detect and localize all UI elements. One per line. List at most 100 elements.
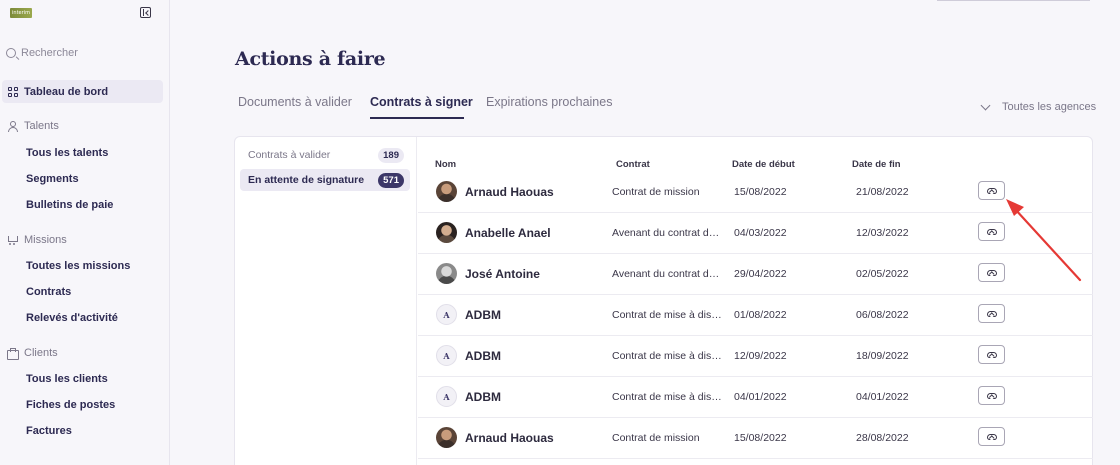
cloud-upload-icon bbox=[986, 310, 997, 317]
row-start-date: 04/03/2022 bbox=[734, 227, 787, 239]
column-header-contract[interactable]: Contrat bbox=[616, 159, 650, 170]
row-contract: Contrat de mission bbox=[612, 186, 700, 198]
sidebar-item-invoices[interactable]: Factures bbox=[26, 425, 72, 437]
table-row[interactable]: Arnaud Haouas Contrat de mission 15/08/2… bbox=[418, 172, 1093, 213]
chevron-down-icon bbox=[980, 100, 991, 110]
row-end-date: 28/08/2022 bbox=[856, 432, 909, 444]
sidebar-item-dashboard[interactable]: Tableau de bord bbox=[2, 80, 163, 103]
row-start-date: 04/01/2022 bbox=[734, 391, 787, 403]
table-row[interactable]: José Antoine Avenant du contrat de missi… bbox=[418, 254, 1093, 295]
filter-awaiting-signature[interactable]: En attente de signature 571 bbox=[240, 169, 410, 191]
user-icon bbox=[7, 121, 18, 132]
row-name: ADBM bbox=[465, 308, 501, 322]
cloud-upload-icon bbox=[986, 433, 997, 440]
row-end-date: 04/01/2022 bbox=[856, 391, 909, 403]
avatar bbox=[436, 427, 457, 448]
row-end-date: 06/08/2022 bbox=[856, 309, 909, 321]
upload-button[interactable] bbox=[978, 304, 1005, 323]
avatar: A bbox=[436, 386, 457, 407]
row-name: ADBM bbox=[465, 349, 501, 363]
row-end-date: 02/05/2022 bbox=[856, 268, 909, 280]
table-row[interactable]: A ADBM Contrat de mise à disposition 01/… bbox=[418, 295, 1093, 336]
actions-card: Contrats à valider 189 En attente de sig… bbox=[234, 136, 1093, 465]
sidebar-item-payslips[interactable]: Bulletins de paie bbox=[26, 199, 113, 211]
search-input[interactable]: Rechercher bbox=[6, 44, 78, 62]
search-icon bbox=[6, 48, 16, 58]
sidebar: interim Rechercher Tableau de bord Talen… bbox=[0, 0, 170, 465]
section-label: Clients bbox=[24, 347, 58, 359]
sidebar-item-timesheets[interactable]: Relevés d'activité bbox=[26, 312, 118, 324]
section-label: Talents bbox=[24, 120, 59, 132]
row-start-date: 01/08/2022 bbox=[734, 309, 787, 321]
page-title: Actions à faire bbox=[235, 48, 386, 70]
building-icon bbox=[7, 348, 19, 360]
tab-contracts-to-sign[interactable]: Contrats à signer bbox=[370, 95, 473, 109]
upload-button[interactable] bbox=[978, 181, 1005, 200]
sidebar-section-clients: Clients bbox=[7, 347, 58, 360]
filter-label: En attente de signature bbox=[248, 174, 365, 186]
tab-documents-to-validate[interactable]: Documents à valider bbox=[238, 95, 352, 109]
row-start-date: 15/08/2022 bbox=[734, 432, 787, 444]
filter-contracts-to-validate[interactable]: Contrats à valider 189 bbox=[240, 144, 410, 166]
cloud-upload-icon bbox=[986, 269, 997, 276]
section-label: Missions bbox=[24, 234, 67, 246]
column-header-start-date[interactable]: Date de début bbox=[732, 159, 795, 170]
sidebar-item-segments[interactable]: Segments bbox=[26, 173, 79, 185]
status-filter-list: Contrats à valider 189 En attente de sig… bbox=[235, 137, 417, 465]
row-start-date: 12/09/2022 bbox=[734, 350, 787, 362]
upload-button[interactable] bbox=[978, 427, 1005, 446]
filter-label: Contrats à valider bbox=[248, 149, 331, 161]
tab-upcoming-expirations[interactable]: Expirations prochaines bbox=[486, 95, 612, 109]
sidebar-section-talents: Talents bbox=[7, 120, 59, 132]
row-end-date: 21/08/2022 bbox=[856, 186, 909, 198]
avatar bbox=[436, 263, 457, 284]
row-name: Arnaud Haouas bbox=[465, 185, 554, 199]
upload-button[interactable] bbox=[978, 345, 1005, 364]
row-start-date: 29/04/2022 bbox=[734, 268, 787, 280]
table-row[interactable]: A ADBM Contrat de mise à disposition 04/… bbox=[418, 377, 1093, 418]
avatar bbox=[436, 181, 457, 202]
count-badge: 189 bbox=[378, 147, 404, 163]
dashboard-grid-icon bbox=[8, 86, 18, 97]
table-row[interactable]: Arnaud Haouas Contrat de mission 15/08/2… bbox=[418, 418, 1093, 459]
sidebar-item-all-clients[interactable]: Tous les clients bbox=[26, 373, 108, 385]
cloud-upload-icon bbox=[986, 351, 997, 358]
upload-button[interactable] bbox=[978, 263, 1005, 282]
sidebar-item-all-missions[interactable]: Toutes les missions bbox=[26, 260, 130, 272]
row-start-date: 15/08/2022 bbox=[734, 186, 787, 198]
column-header-end-date[interactable]: Date de fin bbox=[852, 159, 901, 170]
row-name: Arnaud Haouas bbox=[465, 431, 554, 445]
upload-button[interactable] bbox=[978, 222, 1005, 241]
cloud-upload-icon bbox=[986, 392, 997, 399]
cloud-upload-icon bbox=[986, 228, 997, 235]
row-contract: Contrat de mise à disposition bbox=[612, 391, 722, 403]
row-name: Anabelle Anael bbox=[465, 226, 551, 240]
row-contract: Contrat de mise à disposition bbox=[612, 309, 722, 321]
table-row[interactable]: Anabelle Anael Avenant du contrat de mis… bbox=[418, 213, 1093, 254]
app-logo[interactable]: interim bbox=[10, 8, 32, 18]
collapse-sidebar-icon[interactable] bbox=[140, 7, 151, 18]
avatar bbox=[436, 222, 457, 243]
row-end-date: 12/03/2022 bbox=[856, 227, 909, 239]
agency-filter-dropdown[interactable]: Toutes les agences bbox=[980, 100, 1097, 113]
table-row[interactable]: A ADBM Contrat de mise à disposition 12/… bbox=[418, 336, 1093, 377]
sidebar-section-missions: Missions bbox=[7, 234, 67, 246]
search-placeholder: Rechercher bbox=[21, 47, 78, 59]
row-contract: Contrat de mission bbox=[612, 432, 700, 444]
row-name: José Antoine bbox=[465, 267, 540, 281]
row-end-date: 18/09/2022 bbox=[856, 350, 909, 362]
agency-filter-label: Toutes les agences bbox=[1002, 101, 1097, 113]
sidebar-item-job-sheets[interactable]: Fiches de postes bbox=[26, 399, 115, 411]
count-badge: 571 bbox=[378, 172, 404, 188]
avatar: A bbox=[436, 304, 457, 325]
sidebar-item-label: Tableau de bord bbox=[24, 85, 109, 98]
sidebar-item-all-talents[interactable]: Tous les talents bbox=[26, 147, 108, 159]
row-name: ADBM bbox=[465, 390, 501, 404]
column-header-name[interactable]: Nom bbox=[435, 159, 456, 170]
cloud-upload-icon bbox=[986, 187, 997, 194]
sidebar-item-contracts[interactable]: Contrats bbox=[26, 286, 71, 298]
upload-button[interactable] bbox=[978, 386, 1005, 405]
topbar-divider bbox=[937, 0, 1090, 1]
active-tab-indicator bbox=[370, 117, 464, 119]
row-contract: Avenant du contrat de mission bbox=[612, 268, 722, 280]
